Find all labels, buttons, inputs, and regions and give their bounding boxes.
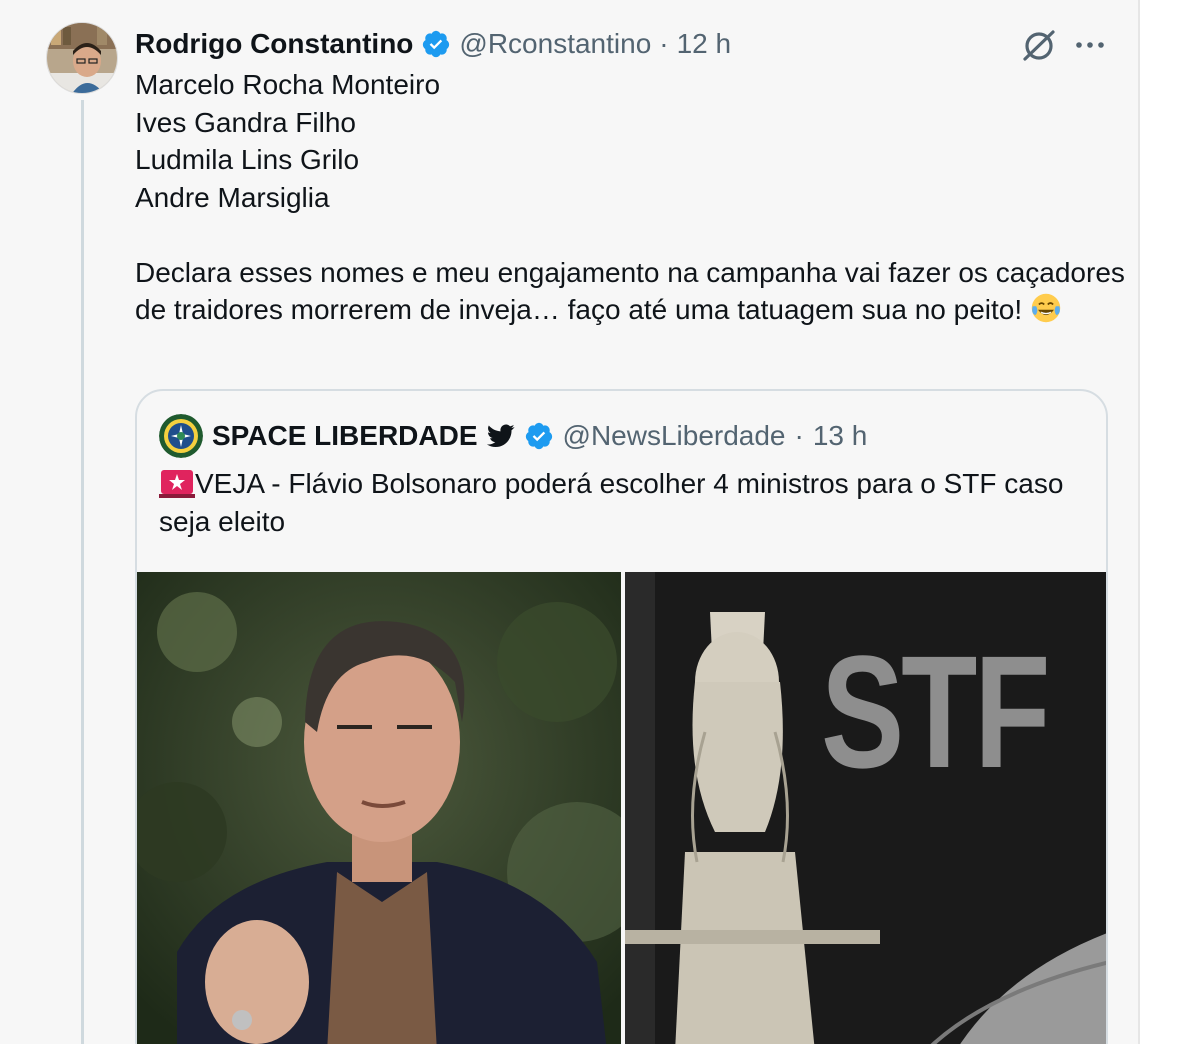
- tweet-paragraph: Declara esses nomes e meu engajamento na…: [135, 254, 1125, 329]
- quoted-tweet-body: VEJA - Flávio Bolsonaro poderá escolher …: [159, 468, 1064, 537]
- quoted-verified-badge-icon: [525, 422, 552, 450]
- quoted-separator-dot: ·: [794, 420, 804, 451]
- tweet-time[interactable]: 12 h: [677, 26, 732, 62]
- tweet-paragraph-text: Declara esses nomes e meu engajamento na…: [135, 256, 1125, 326]
- tweet-text: Marcelo Rocha Monteiro Ives Gandra Filho…: [135, 66, 1125, 329]
- quoted-author-avatar[interactable]: [159, 414, 203, 458]
- quoted-tweet-header: SPACE LIBERDADE @NewsLiberdade · 13 h: [159, 414, 867, 458]
- author-avatar[interactable]: [46, 22, 118, 94]
- tweet-line: Andre Marsiglia: [135, 181, 330, 213]
- bird-icon: [486, 424, 515, 447]
- police-siren-icon: [159, 470, 195, 498]
- tweet-header: Rodrigo Constantino @Rconstantino · 12 h: [135, 26, 731, 62]
- tweet-card[interactable]: Rodrigo Constantino @Rconstantino · 12 h…: [0, 0, 1140, 1044]
- quoted-tweet-text: VEJA - Flávio Bolsonaro poderá escolher …: [159, 465, 1089, 540]
- quoted-author-name[interactable]: SPACE LIBERDADE: [212, 418, 478, 454]
- quoted-tweet-time[interactable]: 13 h: [813, 418, 868, 454]
- quoted-media[interactable]: STF: [137, 572, 1106, 1044]
- more-options-icon[interactable]: [1074, 38, 1106, 52]
- media-photo-man[interactable]: [137, 572, 621, 1044]
- verified-badge-icon: [423, 30, 450, 58]
- tweet-line: Ludmila Lins Grilo: [135, 144, 360, 175]
- stf-sign-text: STF: [821, 622, 1050, 801]
- separator-dot: ·: [659, 28, 669, 59]
- media-photo-stf[interactable]: STF: [625, 572, 1106, 1044]
- grok-icon[interactable]: [1020, 26, 1058, 64]
- tweet-line: Marcelo Rocha Monteiro: [135, 69, 441, 100]
- thread-line: [81, 100, 84, 1044]
- quoted-tweet[interactable]: SPACE LIBERDADE @NewsLiberdade · 13 h VE…: [135, 389, 1108, 1044]
- tweet-line: Ives Gandra Filho: [135, 106, 356, 138]
- quoted-author-handle[interactable]: @NewsLiberdade: [563, 418, 786, 454]
- author-name[interactable]: Rodrigo Constantino: [135, 26, 413, 62]
- author-handle[interactable]: @Rconstantino: [459, 26, 651, 62]
- face-with-tears-of-joy-icon: [1031, 293, 1061, 323]
